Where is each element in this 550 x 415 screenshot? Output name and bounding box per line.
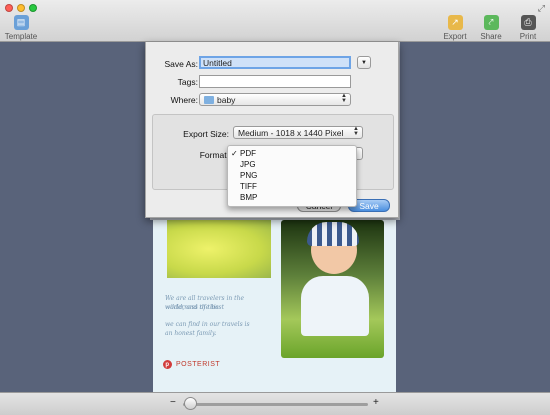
close-window-button[interactable] — [5, 4, 13, 12]
format-menu-item-png[interactable]: PNG — [228, 170, 356, 181]
poster-yellow-brush — [167, 220, 271, 278]
where-popup[interactable]: baby ▲ ▼ — [199, 93, 351, 106]
baby-body — [301, 276, 369, 336]
save-as-label: Save As: — [164, 59, 198, 69]
zoom-slider-track[interactable] — [183, 403, 368, 406]
share-label: Share — [480, 32, 502, 41]
baby-photo[interactable] — [281, 220, 384, 358]
zoom-window-button[interactable] — [29, 4, 37, 12]
popup-arrows-icon: ▲ ▼ — [341, 93, 347, 104]
posterist-logo: p POSTERIST — [163, 360, 220, 369]
format-menu-item-tiff[interactable]: TIFF — [228, 181, 356, 192]
zoom-in-button[interactable]: + — [373, 397, 379, 408]
export-size-label: Export Size: — [183, 129, 229, 139]
template-icon: ▤ — [13, 15, 29, 30]
template-button[interactable]: ▤ Template — [1, 15, 41, 41]
folder-icon — [204, 95, 214, 104]
posterist-logo-icon: p — [163, 360, 172, 369]
checkmark-icon: ✓ — [231, 149, 238, 158]
expand-dialog-button[interactable]: ▼ — [357, 56, 371, 69]
zoom-out-button[interactable]: − — [170, 397, 176, 408]
popup-arrows-icon: ▲ ▼ — [353, 126, 359, 137]
share-icon: ⤤ — [483, 15, 499, 30]
where-label: Where: — [170, 95, 198, 105]
print-label: Print — [519, 32, 537, 41]
poster-quote-line-4: an honest family. — [165, 330, 217, 337]
save-as-field[interactable]: Untitled — [199, 56, 351, 69]
fullscreen-icon[interactable]: ⤢ — [538, 3, 545, 14]
template-label: Template — [4, 32, 38, 41]
export-icon: ↗ — [447, 15, 463, 30]
tags-field[interactable] — [199, 75, 351, 88]
format-menu-item-jpg[interactable]: JPG — [228, 159, 356, 170]
baby-hat — [307, 222, 359, 246]
zoom-bar: − + — [0, 392, 550, 415]
format-label: Format: — [199, 150, 229, 160]
minimize-window-button[interactable] — [17, 4, 25, 12]
format-menu-item-bmp[interactable]: BMP — [228, 192, 356, 203]
export-button[interactable]: ↗ Export — [435, 15, 475, 41]
export-size-popup[interactable]: Medium - 1018 x 1440 Pixel ▲ ▼ — [233, 126, 363, 139]
print-button[interactable]: ⎙ Print — [508, 15, 548, 41]
format-menu-item-pdf[interactable]: ✓ PDF — [228, 148, 356, 159]
format-menu: ✓ PDF JPG PNG TIFF BMP — [227, 145, 357, 207]
poster-quote-line-2: world, and the best — [165, 304, 224, 311]
posterist-logo-text: POSTERIST — [176, 361, 221, 368]
poster-quote-line-3: we can find in our travels is — [165, 321, 250, 328]
poster-preview[interactable]: We are all travelers in the wilderness o… — [153, 220, 396, 392]
export-label: Export — [443, 32, 467, 41]
window-toolbar: ⤢ ▤ Template ↗ Export ⤤ Share ⎙ Print — [0, 0, 550, 42]
tags-label: Tags: — [177, 77, 198, 87]
zoom-slider-knob[interactable] — [184, 397, 197, 410]
export-size-value: Medium - 1018 x 1440 Pixel — [238, 127, 344, 138]
where-value: baby — [217, 94, 236, 105]
share-button[interactable]: ⤤ Share — [471, 15, 511, 41]
print-icon: ⎙ — [520, 15, 536, 30]
